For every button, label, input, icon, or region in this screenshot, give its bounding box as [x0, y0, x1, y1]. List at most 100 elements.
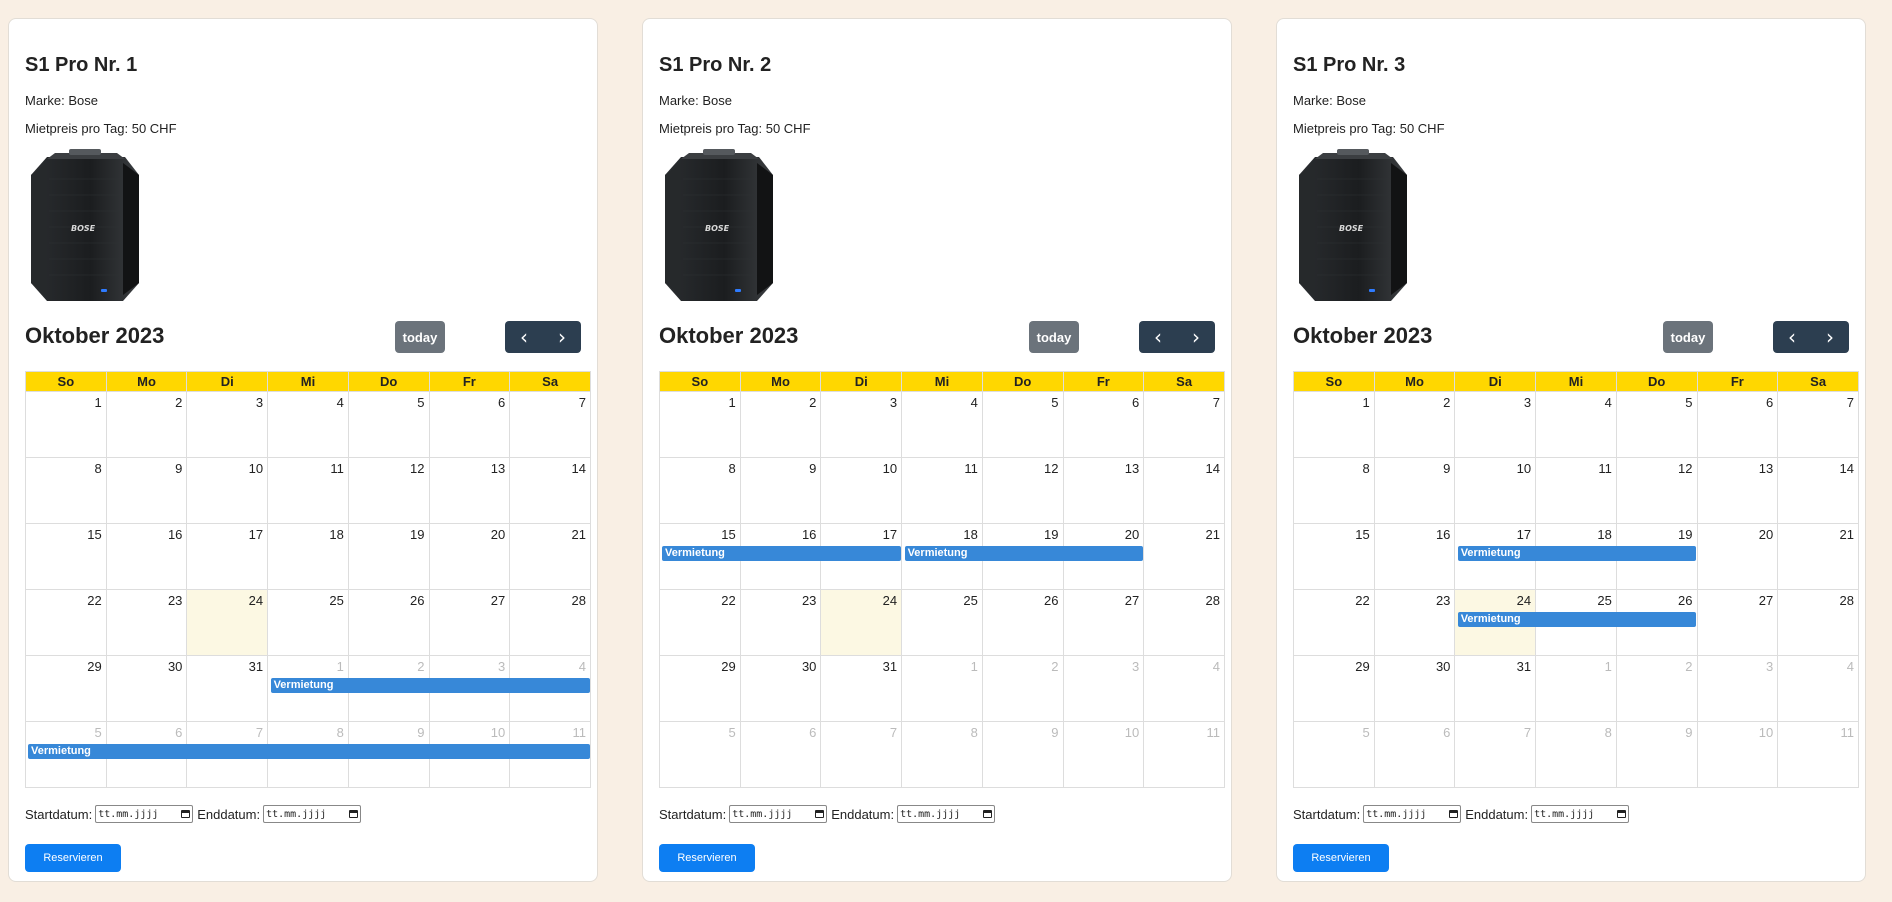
reserve-button[interactable]: Reservieren [659, 844, 755, 872]
rental-event[interactable]: Vermietung [1457, 612, 1697, 627]
calendar-day-cell[interactable]: 3 [820, 391, 903, 458]
rental-event[interactable]: Vermietung [1457, 546, 1697, 561]
calendar-day-cell[interactable]: 11 [1535, 457, 1617, 524]
today-button[interactable]: today [1029, 321, 1079, 353]
calendar-day-cell[interactable]: 6 [739, 721, 822, 788]
chevron-right-icon[interactable]: › [1811, 321, 1849, 353]
calendar-day-cell[interactable]: 5 [659, 721, 741, 788]
calendar-day-cell[interactable]: 7 [509, 391, 591, 458]
calendar-day-cell[interactable]: 28 [1777, 589, 1859, 656]
calendar-day-cell[interactable]: 8 [659, 457, 741, 524]
calendar-day-cell[interactable]: 10 [1696, 721, 1779, 788]
calendar-day-cell[interactable]: 4 [1777, 655, 1859, 722]
calendar-day-cell[interactable]: 2 [1373, 391, 1456, 458]
calendar-day-cell[interactable]: 14 [1777, 457, 1859, 524]
calendar-day-cell[interactable]: 6 [428, 391, 511, 458]
calendar-day-cell[interactable]: 2 [739, 391, 822, 458]
calendar-icon[interactable] [181, 810, 191, 818]
calendar-day-cell[interactable]: 9 [981, 721, 1064, 788]
calendar-day-cell[interactable]: 2 [105, 391, 188, 458]
calendar-day-cell[interactable]: 10 [1062, 721, 1145, 788]
calendar-day-cell[interactable]: 8 [901, 721, 983, 788]
calendar-day-cell[interactable]: 5 [981, 391, 1064, 458]
calendar-day-cell[interactable]: 23 [1373, 589, 1456, 656]
calendar-day-cell[interactable]: 4 [1143, 655, 1225, 722]
reserve-button[interactable]: Reservieren [25, 844, 121, 872]
calendar-day-cell[interactable]: 31 [820, 655, 903, 722]
calendar-day-cell[interactable]: 7 [820, 721, 903, 788]
calendar-day-cell[interactable]: 30 [105, 655, 188, 722]
calendar-day-cell[interactable]: 14 [509, 457, 591, 524]
calendar-day-cell[interactable]: 6 [1062, 391, 1145, 458]
calendar-icon[interactable] [1449, 810, 1459, 818]
chevron-left-icon[interactable]: ‹ [505, 321, 543, 353]
calendar-day-cell[interactable]: 24 [820, 589, 903, 656]
calendar-day-cell[interactable]: 29 [1293, 655, 1375, 722]
calendar-day-cell[interactable]: 27 [1062, 589, 1145, 656]
calendar-day-cell[interactable]: 7 [1777, 391, 1859, 458]
calendar-day-cell[interactable]: 4 [1535, 391, 1617, 458]
calendar-day-cell[interactable]: 30 [739, 655, 822, 722]
calendar-day-cell[interactable]: 13 [1062, 457, 1145, 524]
calendar-day-cell[interactable]: 8 [1535, 721, 1617, 788]
calendar-day-cell[interactable]: 21 [1777, 523, 1859, 590]
calendar-day-cell[interactable]: 1 [901, 655, 983, 722]
calendar-day-cell[interactable]: 19 [347, 523, 430, 590]
chevron-right-icon[interactable]: › [1177, 321, 1215, 353]
calendar-day-cell[interactable]: 4 [267, 391, 349, 458]
calendar-day-cell[interactable]: 21 [1143, 523, 1225, 590]
calendar-day-cell[interactable]: 12 [1615, 457, 1698, 524]
calendar-day-cell[interactable]: 13 [1696, 457, 1779, 524]
calendar-day-cell[interactable]: 15 [25, 523, 107, 590]
calendar-day-cell[interactable]: 7 [1454, 721, 1537, 788]
rental-event[interactable]: Vermietung [904, 546, 1144, 561]
calendar-day-cell[interactable]: 25 [267, 589, 349, 656]
calendar-day-cell[interactable]: 20 [1696, 523, 1779, 590]
start-date-input[interactable]: tt.mm.jjjj [729, 805, 828, 823]
calendar-day-cell[interactable]: 26 [347, 589, 430, 656]
calendar-day-cell[interactable]: 6 [1696, 391, 1779, 458]
calendar-day-cell[interactable]: 5 Vermietung [25, 721, 590, 788]
calendar-day-cell[interactable]: 21 [509, 523, 591, 590]
today-button[interactable]: today [395, 321, 445, 353]
calendar-day-cell[interactable]: 9 [105, 457, 188, 524]
chevron-left-icon[interactable]: ‹ [1773, 321, 1811, 353]
calendar-day-cell[interactable]: 12 [981, 457, 1064, 524]
start-date-input[interactable]: tt.mm.jjjj [95, 805, 194, 823]
calendar-day-cell[interactable]: 22 [659, 589, 741, 656]
calendar-day-cell[interactable]: 23 [739, 589, 822, 656]
calendar-day-cell[interactable]: 15 Vermietung [1293, 523, 1697, 590]
start-date-input[interactable]: tt.mm.jjjj [1363, 805, 1462, 823]
today-button[interactable]: today [1663, 321, 1713, 353]
calendar-day-cell[interactable]: 26 [981, 589, 1064, 656]
calendar-day-cell[interactable]: 11 [267, 457, 349, 524]
calendar-day-cell[interactable]: 27 [428, 589, 511, 656]
calendar-day-cell[interactable]: 1 [659, 391, 741, 458]
rental-event[interactable]: Vermietung [270, 678, 590, 693]
calendar-day-cell[interactable]: 5 [1615, 391, 1698, 458]
calendar-day-cell[interactable]: 8 [25, 457, 107, 524]
calendar-day-cell[interactable]: 11 [1777, 721, 1859, 788]
rental-event[interactable]: Vermietung [28, 744, 590, 759]
calendar-day-cell[interactable]: 16 [105, 523, 188, 590]
calendar-day-cell[interactable]: 16 [1373, 523, 1456, 590]
end-date-input[interactable]: tt.mm.jjjj [263, 805, 362, 823]
calendar-day-cell[interactable]: 31 [1454, 655, 1537, 722]
calendar-icon[interactable] [1617, 810, 1627, 818]
calendar-icon[interactable] [349, 810, 359, 818]
calendar-day-cell[interactable]: 11 [901, 457, 983, 524]
calendar-day-cell[interactable]: 2 [981, 655, 1064, 722]
calendar-day-cell[interactable]: 17 [186, 523, 269, 590]
calendar-day-cell[interactable]: 1 [25, 391, 107, 458]
calendar-day-cell[interactable]: 6 [1373, 721, 1456, 788]
calendar-day-cell[interactable]: 25 [901, 589, 983, 656]
calendar-icon[interactable] [815, 810, 825, 818]
calendar-day-cell[interactable]: 20 [428, 523, 511, 590]
calendar-day-cell[interactable]: 8 [1293, 457, 1375, 524]
calendar-day-cell[interactable]: 11 [1143, 721, 1225, 788]
calendar-day-cell[interactable]: 18 [267, 523, 349, 590]
calendar-day-cell[interactable]: 12 [347, 457, 430, 524]
calendar-day-cell[interactable]: 4 [901, 391, 983, 458]
calendar-day-cell[interactable]: 23 [105, 589, 188, 656]
rental-event[interactable]: Vermietung [662, 546, 901, 561]
